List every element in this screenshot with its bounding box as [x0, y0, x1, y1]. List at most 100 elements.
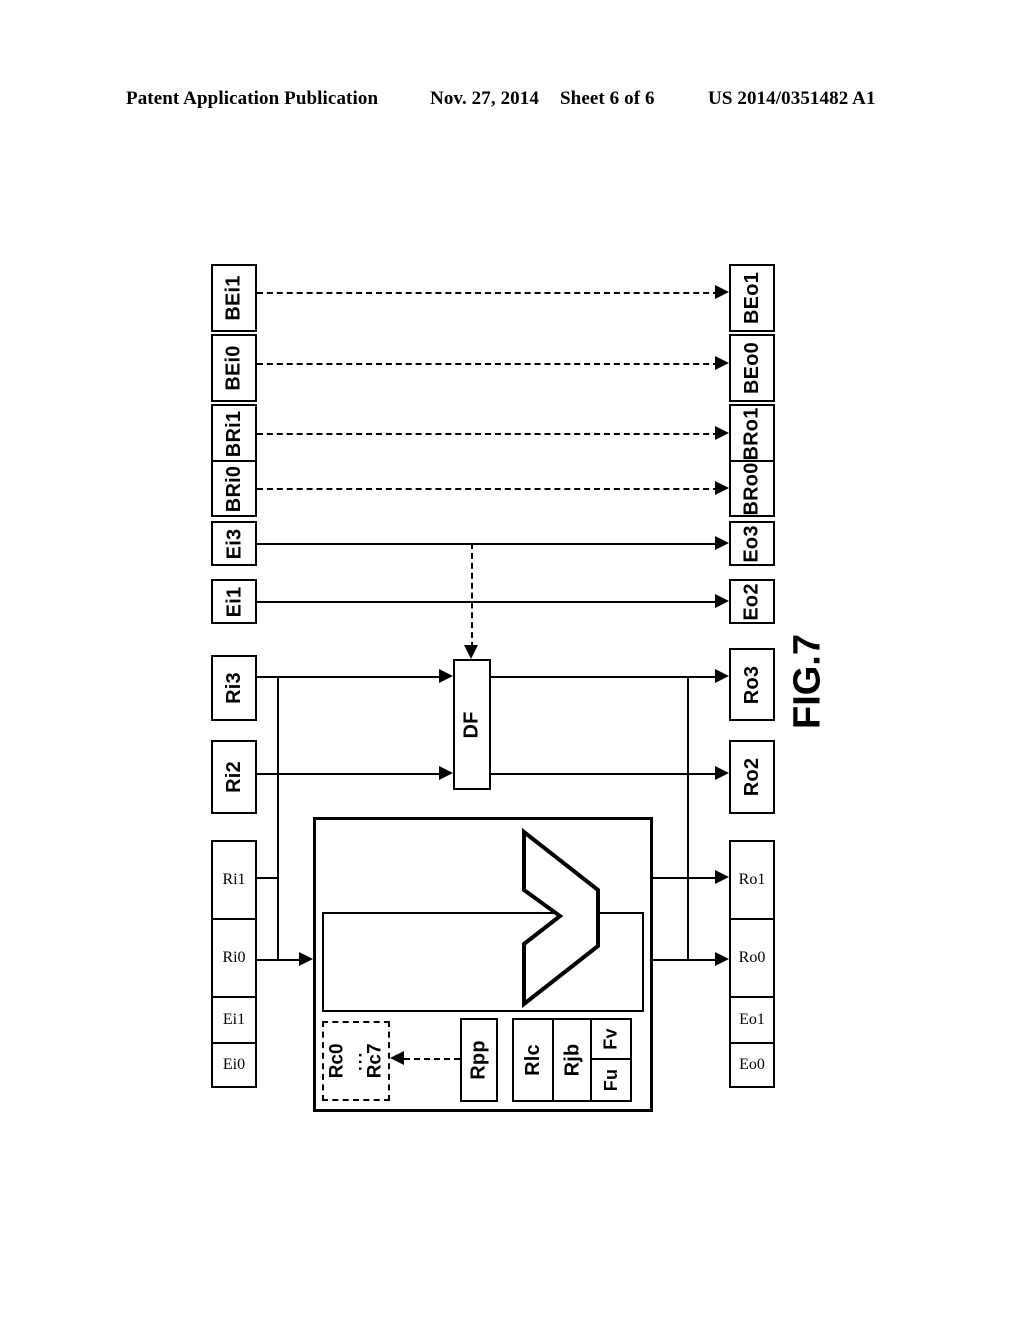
register-group-control: Rlc Rjb Fv Fu [512, 1018, 632, 1102]
block-ei1-stack-label: Ei1 [222, 1011, 246, 1028]
block-beo0[interactable]: BEo0 [729, 334, 775, 402]
block-bei1[interactable]: BEi1 [211, 264, 257, 332]
header-date: Nov. 27, 2014 [430, 88, 539, 109]
connector-ei3-eo3 [257, 543, 717, 545]
block-ri0[interactable]: Ri0 [213, 918, 255, 996]
figure-label: FIG.7 [786, 633, 829, 730]
register-rjb[interactable]: Rjb [554, 1020, 592, 1100]
block-eo1[interactable]: Eo1 [731, 996, 773, 1042]
arrowhead-df-control [464, 645, 478, 659]
connector-ri3-df [257, 676, 441, 678]
register-rjb-label: Rjb [560, 1043, 583, 1077]
block-bri0-label: BRi0 [223, 465, 245, 512]
block-ri2[interactable]: Ri2 [211, 740, 257, 814]
block-bri1-label: BRi1 [223, 410, 245, 458]
arrowhead-ro2 [715, 766, 729, 780]
block-bro0[interactable]: BRo0 [729, 460, 775, 517]
connector-bri0-bro0 [257, 488, 719, 490]
alu-icon [522, 828, 600, 1008]
block-bei0[interactable]: BEi0 [211, 334, 257, 402]
block-eo3[interactable]: Eo3 [729, 521, 775, 566]
block-df[interactable]: DF [453, 659, 491, 790]
block-ro3-label: Ro3 [740, 665, 763, 704]
header-publication: Patent Application Publication [126, 88, 379, 109]
header-sheet: Sheet 6 of 6 [560, 88, 655, 109]
arrowhead-core-in [299, 952, 313, 966]
block-ro2[interactable]: Ro2 [729, 740, 775, 814]
register-rc0-label: Rc0 [326, 1043, 348, 1079]
block-beo1-label: BEo1 [741, 272, 763, 324]
block-ri2-label: Ri2 [222, 761, 245, 793]
connector-core-ro1 [653, 877, 717, 879]
block-ro0-label: Ro0 [738, 949, 766, 966]
arrowhead-rc-in [390, 1051, 404, 1065]
block-ei1-top-label: Ei1 [223, 586, 245, 617]
block-df-label: DF [461, 710, 483, 739]
arrowhead-ro3 [715, 669, 729, 683]
block-bei1-label: BEi1 [223, 275, 246, 321]
connector-ei1-eo2 [257, 601, 717, 603]
connector-bei1-beo1 [257, 292, 719, 294]
register-rc7-label: Rc7 [363, 1043, 385, 1079]
block-beo0-label: BEo0 [741, 342, 763, 394]
arrowhead-beo0 [715, 356, 729, 370]
block-ei1-top[interactable]: Ei1 [211, 579, 257, 624]
block-ei0-label: Ei0 [222, 1056, 246, 1073]
arrowhead-eo2 [715, 594, 729, 608]
register-file-rc-label: Rc0... Rc7 [326, 1043, 385, 1079]
register-rpp-label: Rpp [468, 1040, 491, 1080]
register-rlc-label: Rlc [521, 1044, 544, 1076]
arrowhead-ro0 [715, 952, 729, 966]
block-eo0[interactable]: Eo0 [731, 1042, 773, 1086]
arrowhead-bro0 [715, 481, 729, 495]
page-header: Patent Application Publication Nov. 27, … [0, 88, 1024, 116]
register-rpp[interactable]: Rpp [460, 1018, 498, 1102]
arrowhead-df-in-top [439, 669, 453, 683]
block-ei1-stack[interactable]: Ei1 [213, 996, 255, 1042]
block-ro1[interactable]: Ro1 [731, 842, 773, 918]
block-beo1[interactable]: BEo1 [729, 264, 775, 332]
connector-ri0-bus [257, 959, 278, 961]
block-bro0-label: BRo0 [741, 461, 763, 516]
block-ro0[interactable]: Ro0 [731, 918, 773, 996]
block-bri1[interactable]: BRi1 [211, 404, 257, 464]
block-ro3[interactable]: Ro3 [729, 648, 775, 721]
flag-fu-label: Fu [600, 1068, 621, 1092]
connector-bri1-bro1 [257, 433, 719, 435]
block-ri3[interactable]: Ri3 [211, 655, 257, 721]
arrowhead-ro1 [715, 870, 729, 884]
block-bei0-label: BEi0 [223, 345, 246, 391]
arrowhead-bro1 [715, 426, 729, 440]
block-eo3-label: Eo3 [741, 524, 763, 563]
block-ro1-label: Ro1 [738, 871, 766, 888]
flag-fu[interactable]: Fu [592, 1060, 630, 1100]
block-bro1-label: BRo1 [741, 407, 763, 461]
block-ei0[interactable]: Ei0 [213, 1042, 255, 1086]
register-file-rc[interactable]: Rc0... Rc7 [322, 1021, 390, 1101]
block-bri0[interactable]: BRi0 [211, 460, 257, 517]
register-rlc[interactable]: Rlc [514, 1020, 554, 1100]
block-ei3[interactable]: Ei3 [211, 521, 257, 566]
connector-df-ro3 [491, 676, 717, 678]
arrowhead-beo1 [715, 285, 729, 299]
connector-rpp-rc [404, 1058, 460, 1060]
block-group-output-stack: Ro1 Ro0 Eo1 Eo0 [729, 840, 775, 1088]
connector-bei0-beo0 [257, 363, 719, 365]
block-ri3-label: Ri3 [222, 672, 245, 704]
block-eo2-label: Eo2 [741, 582, 763, 621]
block-eo2[interactable]: Eo2 [729, 579, 775, 624]
block-eo0-label: Eo0 [739, 1056, 765, 1073]
connector-ri1-bus [257, 877, 278, 879]
output-bus-vertical [687, 676, 689, 959]
block-ri0-label: Ri0 [222, 949, 246, 966]
connector-df-ro2 [491, 773, 717, 775]
connector-core-ro0 [653, 959, 717, 961]
block-ri1[interactable]: Ri1 [213, 842, 255, 918]
block-ei3-label: Ei3 [223, 528, 245, 559]
flag-fv[interactable]: Fv [592, 1020, 630, 1060]
block-bro1[interactable]: BRo1 [729, 404, 775, 464]
header-publication-number: US 2014/0351482 A1 [708, 88, 876, 109]
arrowhead-df-in-bottom [439, 766, 453, 780]
block-group-input-stack: Ri1 Ri0 Ei1 Ei0 [211, 840, 257, 1088]
block-ro2-label: Ro2 [740, 757, 763, 797]
